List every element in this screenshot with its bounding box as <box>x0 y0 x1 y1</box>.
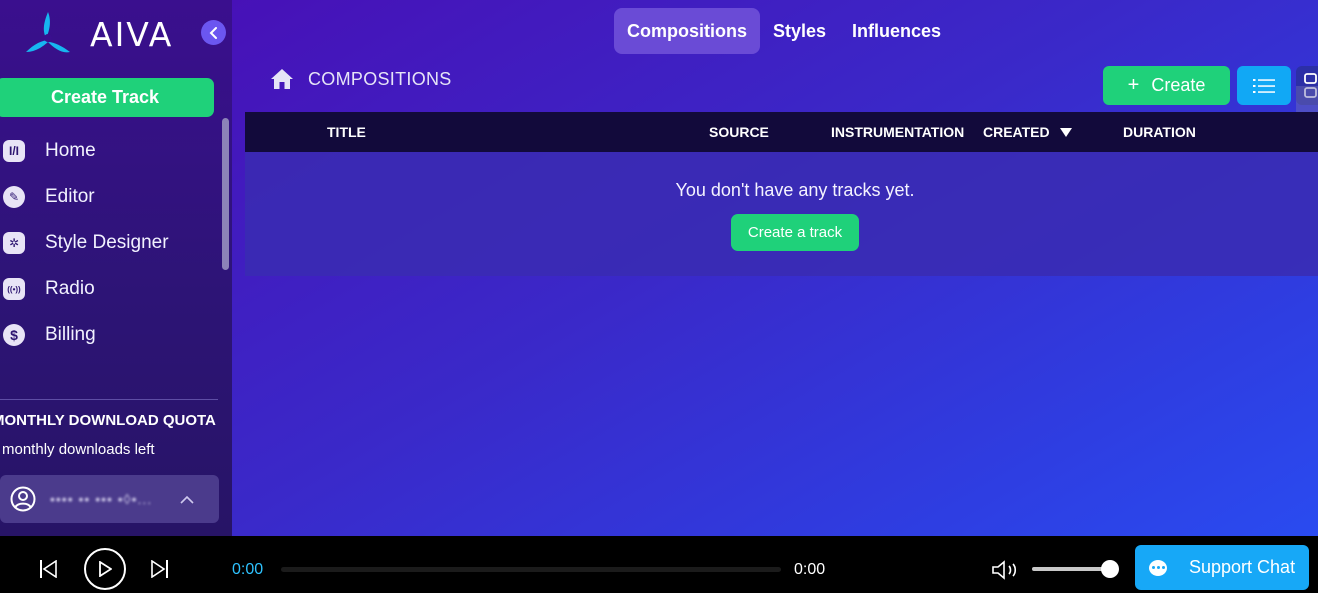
player-bar: 0:00 0:00 Support Chat <box>0 536 1318 593</box>
plus-icon: + <box>1127 74 1140 96</box>
sidebar-scrollbar[interactable] <box>222 118 229 270</box>
list-icon <box>1253 78 1275 93</box>
support-chat-label: Support Chat <box>1189 557 1296 577</box>
sidebar: AIVA Create Track I/I Home ✎ Editor ✲ St… <box>0 0 232 536</box>
sidebar-item-label: Radio <box>45 278 95 299</box>
sidebar-item-style-designer[interactable]: ✲ Style Designer <box>0 220 220 266</box>
breadcrumb-label: COMPOSITIONS <box>308 68 452 89</box>
sort-down-icon <box>1059 128 1072 137</box>
tab-influences[interactable]: Influences <box>839 8 954 54</box>
top-tabs: Compositions Styles Influences <box>614 8 954 54</box>
sidebar-item-label: Home <box>45 140 96 161</box>
divider <box>0 399 218 400</box>
column-title[interactable]: TITLE <box>327 124 366 140</box>
tab-styles[interactable]: Styles <box>760 8 839 54</box>
user-menu[interactable]: •••• •• ••• •◊•... <box>0 475 219 523</box>
sidebar-item-label: Billing <box>45 324 96 345</box>
home-logo-icon: I/I <box>3 140 25 162</box>
tab-compositions[interactable]: Compositions <box>614 8 760 54</box>
empty-state: You don't have any tracks yet. Create a … <box>245 152 1318 276</box>
column-source[interactable]: SOURCE <box>709 124 769 140</box>
table-header: TITLE SOURCE INSTRUMENTATION CREATED DUR… <box>245 112 1318 152</box>
chevron-up-icon <box>180 495 194 504</box>
sidebar-nav: I/I Home ✎ Editor ✲ Style Designer ((•))… <box>0 128 220 358</box>
breadcrumb: COMPOSITIONS <box>270 68 452 90</box>
app-name: AIVA <box>90 14 174 54</box>
column-instrumentation[interactable]: INSTRUMENTATION <box>831 124 964 140</box>
main-content: Compositions Styles Influences COMPOSITI… <box>232 0 1318 536</box>
create-track-button[interactable]: Create Track <box>0 78 214 117</box>
play-button[interactable] <box>84 548 126 590</box>
user-name: •••• •• ••• •◊•... <box>50 491 153 507</box>
create-button[interactable]: + Create <box>1103 66 1230 105</box>
collapse-sidebar-button[interactable] <box>201 20 226 45</box>
next-track-icon[interactable] <box>151 560 168 578</box>
chat-bubble-icon <box>1149 559 1167 576</box>
volume-slider-knob[interactable] <box>1101 560 1119 578</box>
aiva-logo-icon <box>26 12 70 53</box>
home-icon[interactable] <box>270 68 294 90</box>
quota-subtitle: monthly downloads left <box>2 441 155 458</box>
sidebar-item-label: Style Designer <box>45 232 169 253</box>
quota-title: MONTHLY DOWNLOAD QUOTA <box>0 412 216 429</box>
app-logo[interactable]: AIVA <box>20 8 173 60</box>
empty-message: You don't have any tracks yet. <box>675 180 915 200</box>
create-a-track-button[interactable]: Create a track <box>731 214 859 251</box>
chevron-left-icon <box>209 26 217 39</box>
progress-bar[interactable] <box>281 567 781 572</box>
volume-slider[interactable] <box>1032 567 1110 571</box>
total-time: 0:00 <box>794 561 826 578</box>
user-avatar-icon <box>10 486 36 512</box>
column-created-label: CREATED <box>983 124 1050 140</box>
sidebar-item-editor[interactable]: ✎ Editor <box>0 174 220 220</box>
volume-icon[interactable] <box>991 560 1019 580</box>
sidebar-item-label: Editor <box>45 186 95 207</box>
dollar-icon: $ <box>3 324 25 346</box>
pencil-icon: ✎ <box>3 186 25 208</box>
sidebar-item-radio[interactable]: ((•)) Radio <box>0 266 220 312</box>
sidebar-item-billing[interactable]: $ Billing <box>0 312 220 358</box>
play-icon <box>99 561 112 577</box>
column-duration[interactable]: DURATION <box>1123 124 1196 140</box>
column-created[interactable]: CREATED <box>983 124 1072 140</box>
style-designer-icon: ✲ <box>3 232 25 254</box>
current-time: 0:00 <box>232 561 264 578</box>
radio-icon: ((•)) <box>3 278 25 300</box>
create-button-label: Create <box>1151 75 1206 95</box>
previous-track-icon[interactable] <box>40 560 57 578</box>
list-view-button[interactable] <box>1237 66 1291 105</box>
support-chat-button[interactable]: Support Chat <box>1135 545 1309 590</box>
sidebar-item-home[interactable]: I/I Home <box>0 128 220 174</box>
